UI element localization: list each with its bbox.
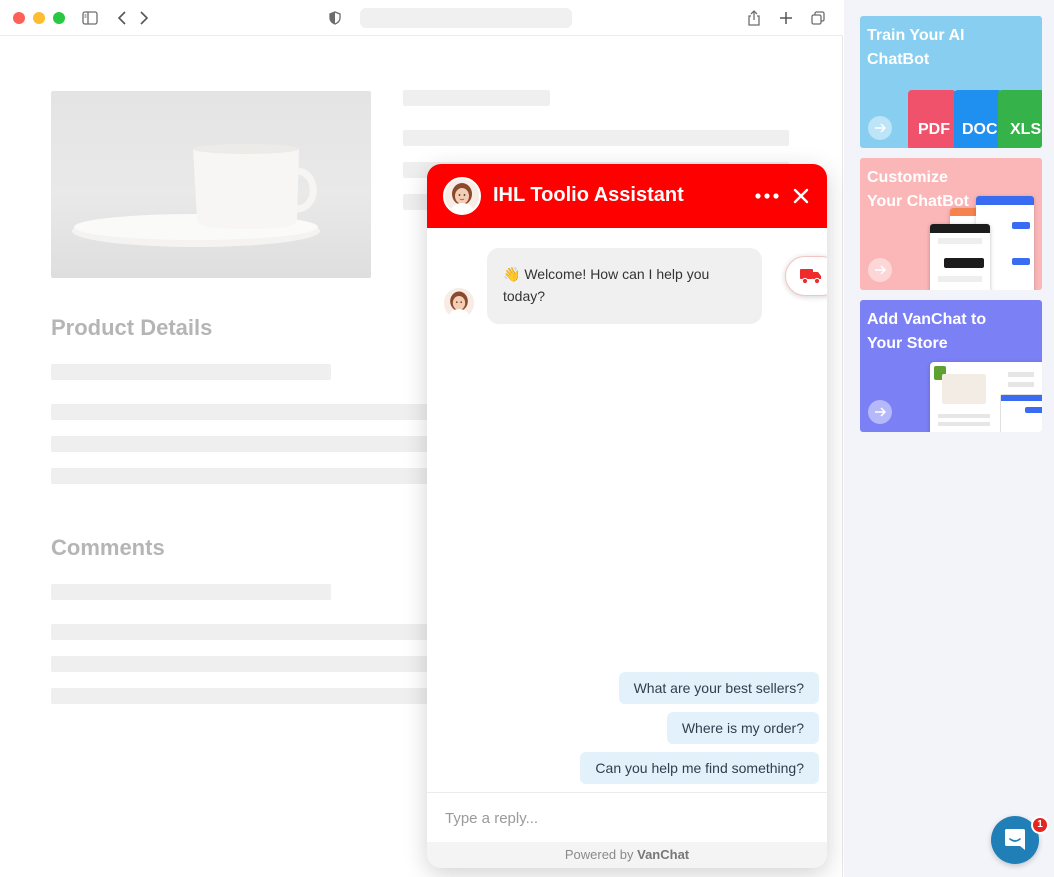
quick-reply-best-sellers[interactable]: What are your best sellers? bbox=[618, 672, 819, 704]
welcome-message-bubble: 👋 Welcome! How can I help you today? bbox=[487, 248, 762, 324]
new-tab-icon[interactable] bbox=[776, 8, 796, 28]
pdf-file-icon: PDF bbox=[908, 90, 956, 148]
promo-card-title: Customize Your ChatBot bbox=[867, 169, 969, 210]
maximize-window-button[interactable] bbox=[53, 12, 65, 24]
skeleton-line bbox=[51, 436, 431, 452]
forward-icon[interactable] bbox=[134, 8, 154, 28]
close-icon[interactable] bbox=[789, 184, 813, 208]
promo-card-customize[interactable]: Customize Your ChatBot bbox=[860, 158, 1042, 290]
unread-count-badge: 1 bbox=[1031, 816, 1049, 834]
chat-title: IHL Toolio Assistant bbox=[493, 184, 684, 206]
chat-widget: IHL Toolio Assistant 👋 Welcome! How can … bbox=[427, 164, 827, 868]
doc-file-icon: DOC bbox=[954, 90, 1002, 148]
chat-bubble-icon bbox=[1004, 828, 1026, 857]
shield-icon[interactable] bbox=[325, 8, 345, 28]
browser-toolbar bbox=[0, 0, 843, 36]
xls-label: XLS bbox=[1010, 121, 1042, 138]
skeleton-line bbox=[51, 584, 331, 600]
welcome-message-text: Welcome! How can I help you today? bbox=[503, 266, 710, 304]
product-details-title: Product Details bbox=[51, 315, 213, 340]
comments-title: Comments bbox=[51, 535, 165, 560]
chat-header: IHL Toolio Assistant bbox=[427, 164, 827, 228]
order-tracking-button[interactable] bbox=[785, 256, 827, 296]
skeleton-line bbox=[51, 688, 431, 704]
skeleton-line bbox=[403, 90, 550, 106]
store-preview-mockup bbox=[930, 362, 1042, 432]
share-icon[interactable] bbox=[744, 8, 764, 28]
skeleton-line bbox=[51, 468, 431, 484]
arrow-right-icon[interactable] bbox=[868, 400, 892, 424]
skeleton-line bbox=[51, 656, 431, 672]
powered-by-prefix: Powered by bbox=[564, 847, 634, 862]
wave-emoji: 👋 bbox=[503, 266, 521, 282]
product-image bbox=[51, 91, 371, 278]
chat-preview-mockup bbox=[930, 224, 990, 290]
arrow-right-icon[interactable] bbox=[868, 258, 892, 282]
skeleton-line bbox=[403, 130, 789, 146]
sidebar-icon[interactable] bbox=[80, 8, 100, 28]
assistant-avatar bbox=[443, 177, 481, 215]
promo-card-title: Train Your AI ChatBot bbox=[867, 27, 965, 68]
quick-reply-order-status[interactable]: Where is my order? bbox=[666, 712, 819, 744]
truck-icon bbox=[800, 267, 822, 290]
promo-card-train[interactable]: Train Your AI ChatBot PDF DOC XLS bbox=[860, 16, 1042, 148]
pdf-label: PDF bbox=[918, 121, 950, 138]
powered-by-brand-link[interactable]: VanChat bbox=[637, 847, 689, 862]
tabs-icon[interactable] bbox=[808, 8, 828, 28]
back-icon[interactable] bbox=[112, 8, 132, 28]
close-window-button[interactable] bbox=[13, 12, 25, 24]
doc-label: DOC bbox=[962, 121, 998, 138]
quick-reply-find-something[interactable]: Can you help me find something? bbox=[580, 752, 819, 784]
more-options-icon[interactable] bbox=[753, 184, 781, 208]
skeleton-line bbox=[51, 404, 431, 420]
arrow-right-icon[interactable] bbox=[868, 116, 892, 140]
promo-card-title: Add VanChat to Your Store bbox=[867, 311, 987, 352]
reply-area bbox=[427, 792, 827, 842]
bot-message-avatar bbox=[444, 288, 474, 318]
reply-input[interactable] bbox=[445, 807, 805, 829]
xls-file-icon: XLS bbox=[998, 90, 1042, 148]
promo-card-add-store[interactable]: Add VanChat to Your Store bbox=[860, 300, 1042, 432]
skeleton-line bbox=[51, 624, 431, 640]
powered-by-footer: Powered by VanChat bbox=[427, 842, 827, 868]
address-bar[interactable] bbox=[360, 8, 572, 28]
minimize-window-button[interactable] bbox=[33, 12, 45, 24]
skeleton-line bbox=[51, 364, 331, 380]
promo-sidebar: Train Your AI ChatBot PDF DOC XLS Custom… bbox=[844, 0, 1054, 877]
